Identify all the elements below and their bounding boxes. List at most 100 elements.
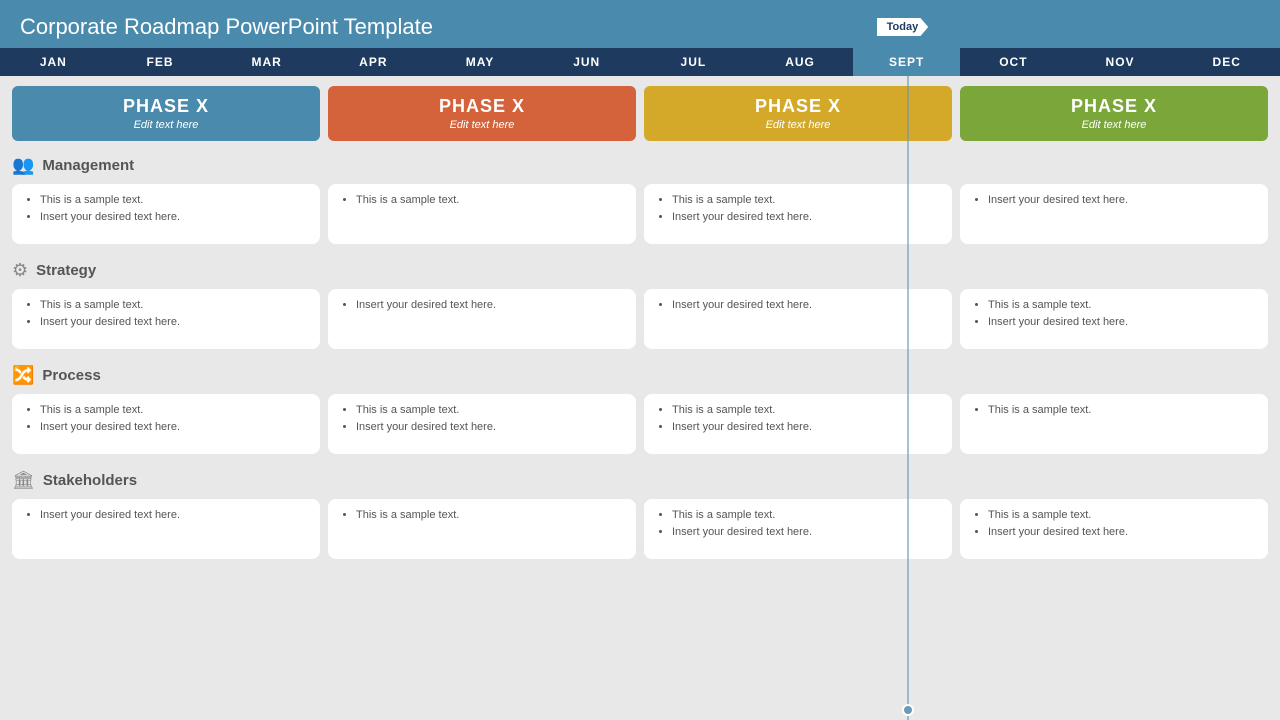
page-wrapper: Corporate Roadmap PowerPoint Template To… — [0, 0, 1280, 720]
phase-title-4: PHASE X — [968, 96, 1260, 117]
process-card-3: This is a sample text. Insert your desir… — [644, 394, 952, 454]
strategy-card-2-list: Insert your desired text here. — [340, 297, 624, 314]
management-card-3-list: This is a sample text. Insert your desir… — [656, 192, 940, 225]
process-card-1: This is a sample text. Insert your desir… — [12, 394, 320, 454]
stakeholders-card-3: This is a sample text. Insert your desir… — [644, 499, 952, 559]
stakeholders-label: Stakeholders — [43, 472, 137, 489]
phase-title-3: PHASE X — [652, 96, 944, 117]
process-header: 🔀 Process — [8, 361, 1272, 390]
process-card-1-list: This is a sample text. Insert your desir… — [24, 402, 308, 435]
phase-card-2: PHASE X Edit text here — [328, 86, 636, 141]
month-may: MAY — [427, 48, 534, 76]
stakeholders-card-3-list: This is a sample text. Insert your desir… — [656, 507, 940, 540]
management-icon: 👥 — [12, 155, 34, 176]
process-card-2-list: This is a sample text. Insert your desir… — [340, 402, 624, 435]
process-card-2: This is a sample text. Insert your desir… — [328, 394, 636, 454]
stakeholders-icon: 🏛 — [12, 470, 35, 491]
phase-subtitle-2: Edit text here — [336, 119, 628, 131]
list-item: This is a sample text. — [356, 507, 624, 524]
month-apr: APR — [320, 48, 427, 76]
strategy-card-4: This is a sample text. Insert your desir… — [960, 289, 1268, 349]
list-item: This is a sample text. — [672, 192, 940, 209]
list-item: Insert your desired text here. — [672, 419, 940, 436]
today-bottom-dot — [902, 704, 914, 716]
process-section: 🔀 Process This is a sample text. Insert … — [0, 357, 1280, 462]
stakeholders-card-4-list: This is a sample text. Insert your desir… — [972, 507, 1256, 540]
strategy-card-4-list: This is a sample text. Insert your desir… — [972, 297, 1256, 330]
list-item: This is a sample text. — [40, 192, 308, 209]
strategy-icon: ⚙ — [12, 260, 28, 281]
list-item: Insert your desired text here. — [672, 297, 940, 314]
strategy-header: ⚙ Strategy — [8, 256, 1272, 285]
stakeholders-card-1: Insert your desired text here. — [12, 499, 320, 559]
phase-title-1: PHASE X — [20, 96, 312, 117]
month-header: Today JAN FEB MAR APR MAY JUN JUL AUG SE… — [0, 48, 1280, 76]
list-item: This is a sample text. — [40, 402, 308, 419]
month-nov: NOV — [1067, 48, 1174, 76]
today-flag: Today — [877, 18, 929, 36]
management-card-1: This is a sample text. Insert your desir… — [12, 184, 320, 244]
month-jul: JUL — [640, 48, 747, 76]
stakeholders-card-2: This is a sample text. — [328, 499, 636, 559]
list-item: This is a sample text. — [672, 507, 940, 524]
strategy-card-1: This is a sample text. Insert your desir… — [12, 289, 320, 349]
phase-subtitle-1: Edit text here — [20, 119, 312, 131]
strategy-label: Strategy — [36, 262, 96, 279]
month-jun: JUN — [533, 48, 640, 76]
management-card-4-list: Insert your desired text here. — [972, 192, 1256, 209]
process-cards: This is a sample text. Insert your desir… — [8, 390, 1272, 460]
strategy-section: ⚙ Strategy This is a sample text. Insert… — [0, 252, 1280, 357]
list-item: This is a sample text. — [40, 297, 308, 314]
list-item: Insert your desired text here. — [988, 314, 1256, 331]
today-marker: Today — [877, 18, 929, 36]
management-card-1-list: This is a sample text. Insert your desir… — [24, 192, 308, 225]
phase-card-4: PHASE X Edit text here — [960, 86, 1268, 141]
list-item: Insert your desired text here. — [672, 524, 940, 541]
strategy-card-2: Insert your desired text here. — [328, 289, 636, 349]
phase-subtitle-3: Edit text here — [652, 119, 944, 131]
stakeholders-section: 🏛 Stakeholders Insert your desired text … — [0, 462, 1280, 567]
list-item: Insert your desired text here. — [672, 209, 940, 226]
list-item: Insert your desired text here. — [988, 192, 1256, 209]
month-oct: OCT — [960, 48, 1067, 76]
process-card-4-list: This is a sample text. — [972, 402, 1256, 419]
management-card-2: This is a sample text. — [328, 184, 636, 244]
list-item: Insert your desired text here. — [40, 209, 308, 226]
stakeholders-card-4: This is a sample text. Insert your desir… — [960, 499, 1268, 559]
phase-subtitle-4: Edit text here — [968, 119, 1260, 131]
list-item: This is a sample text. — [988, 402, 1256, 419]
management-card-3: This is a sample text. Insert your desir… — [644, 184, 952, 244]
management-label: Management — [42, 157, 134, 174]
stakeholders-cards: Insert your desired text here. This is a… — [8, 495, 1272, 565]
phase-row: PHASE X Edit text here PHASE X Edit text… — [0, 76, 1280, 147]
month-feb: FEB — [107, 48, 214, 76]
management-cards: This is a sample text. Insert your desir… — [8, 180, 1272, 250]
management-header: 👥 Management — [8, 151, 1272, 180]
list-item: This is a sample text. — [672, 402, 940, 419]
main-content: PHASE X Edit text here PHASE X Edit text… — [0, 76, 1280, 720]
list-item: Insert your desired text here. — [356, 297, 624, 314]
list-item: Insert your desired text here. — [40, 419, 308, 436]
management-card-2-list: This is a sample text. — [340, 192, 624, 209]
stakeholders-header: 🏛 Stakeholders — [8, 466, 1272, 495]
strategy-cards: This is a sample text. Insert your desir… — [8, 285, 1272, 355]
month-mar: MAR — [213, 48, 320, 76]
list-item: Insert your desired text here. — [40, 507, 308, 524]
phase-card-1: PHASE X Edit text here — [12, 86, 320, 141]
month-jan: JAN — [0, 48, 107, 76]
stakeholders-card-1-list: Insert your desired text here. — [24, 507, 308, 524]
list-item: This is a sample text. — [356, 192, 624, 209]
month-sept: SEPT — [853, 48, 960, 76]
list-item: Insert your desired text here. — [356, 419, 624, 436]
strategy-card-3-list: Insert your desired text here. — [656, 297, 940, 314]
management-section: 👥 Management This is a sample text. Inse… — [0, 147, 1280, 252]
management-card-4: Insert your desired text here. — [960, 184, 1268, 244]
list-item: This is a sample text. — [988, 507, 1256, 524]
month-dec: DEC — [1173, 48, 1280, 76]
list-item: Insert your desired text here. — [988, 524, 1256, 541]
phase-title-2: PHASE X — [336, 96, 628, 117]
process-card-3-list: This is a sample text. Insert your desir… — [656, 402, 940, 435]
stakeholders-card-2-list: This is a sample text. — [340, 507, 624, 524]
month-aug: AUG — [747, 48, 854, 76]
list-item: This is a sample text. — [356, 402, 624, 419]
